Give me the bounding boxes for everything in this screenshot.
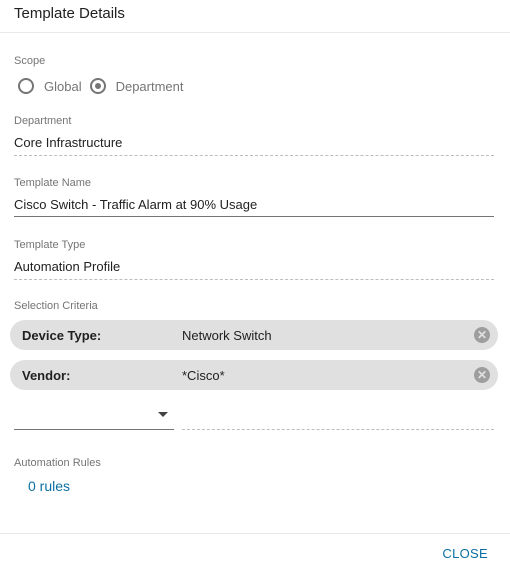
chip-value: Network Switch xyxy=(182,327,272,343)
department-underline xyxy=(14,155,494,156)
criteria-value-input[interactable] xyxy=(182,429,494,430)
department-caption: Department xyxy=(14,115,72,127)
automation-rules-link[interactable]: 0 rules xyxy=(28,478,70,494)
close-circle-icon[interactable]: ✕ xyxy=(474,367,490,383)
chip-key: Vendor: xyxy=(22,367,71,383)
template-name-underline xyxy=(14,216,494,217)
template-type-caption: Template Type xyxy=(14,239,86,251)
selection-criteria-caption: Selection Criteria xyxy=(14,300,98,312)
template-type-value: Automation Profile xyxy=(14,259,121,274)
radio-global[interactable] xyxy=(18,78,34,94)
scope-radio-group: Global Department xyxy=(18,78,192,94)
template-name-caption: Template Name xyxy=(14,177,92,189)
close-circle-icon[interactable]: ✕ xyxy=(474,327,490,343)
dialog-title: Template Details xyxy=(14,5,125,22)
chip-key: Device Type: xyxy=(22,327,102,343)
criteria-chip-vendor: Vendor: *Cisco* ✕ xyxy=(10,360,498,390)
template-name-field[interactable]: Cisco Switch - Traffic Alarm at 90% Usag… xyxy=(14,197,257,212)
template-details-dialog: Template Details Scope Global Department… xyxy=(0,0,510,572)
footer-divider xyxy=(0,533,510,534)
criteria-chip-device-type: Device Type: Network Switch ✕ xyxy=(10,320,498,350)
template-type-underline xyxy=(14,279,494,280)
scope-caption: Scope xyxy=(14,55,46,67)
close-button[interactable]: CLOSE xyxy=(442,546,488,561)
radio-department-label[interactable]: Department xyxy=(116,79,184,94)
automation-rules-caption: Automation Rules xyxy=(14,457,101,469)
title-divider xyxy=(0,32,510,33)
arrow-drop-down-icon[interactable] xyxy=(158,412,168,417)
department-value: Core Infrastructure xyxy=(14,135,123,150)
chip-value: *Cisco* xyxy=(182,367,225,383)
radio-department[interactable] xyxy=(89,78,106,94)
radio-global-label[interactable]: Global xyxy=(44,79,82,94)
criteria-type-select[interactable] xyxy=(14,404,174,430)
